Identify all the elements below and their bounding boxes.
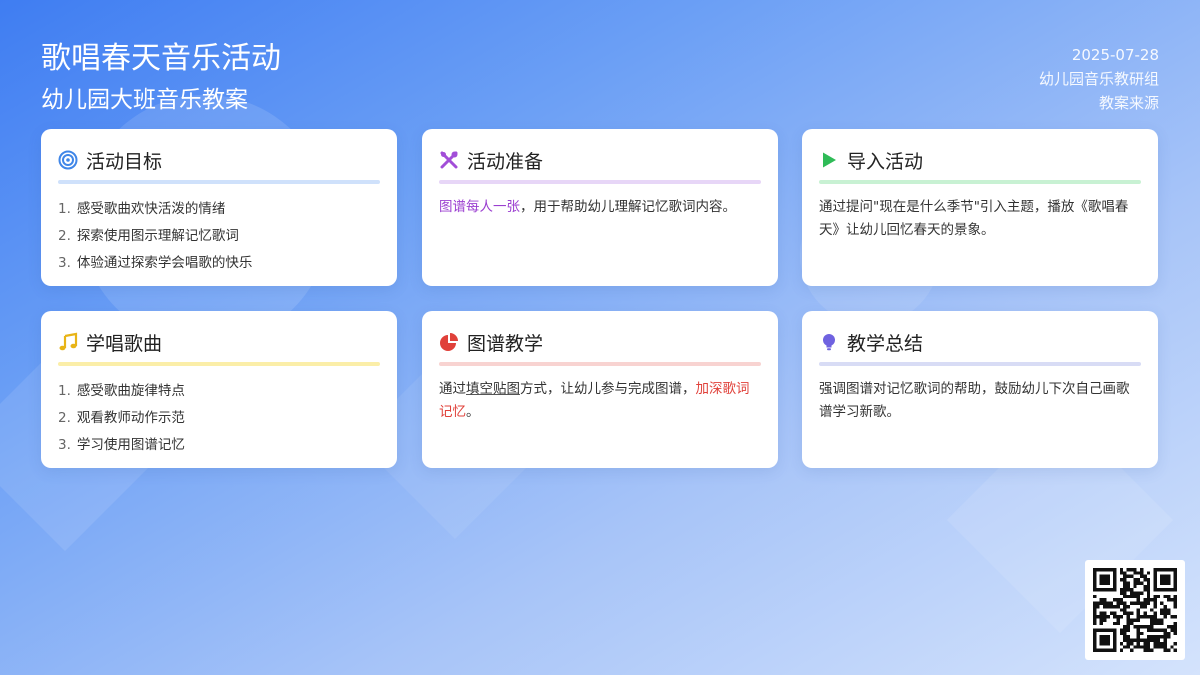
- card-title: 活动准备: [467, 150, 544, 173]
- list-item: 1. 感受歌曲旋律特点: [58, 383, 185, 399]
- highlight-text: 图谱每人一张: [439, 199, 520, 215]
- music-note-icon: [58, 332, 78, 352]
- card-prep: 活动准备 图谱每人一张，用于帮助幼儿理解记忆歌词内容。: [422, 129, 778, 286]
- tools-icon: [439, 150, 459, 170]
- card-divider: [439, 180, 761, 184]
- card-divider: [439, 362, 761, 366]
- pie-chart-icon: [439, 332, 459, 352]
- list-item: 3. 学习使用图谱记忆: [58, 437, 185, 453]
- goals-list: 1. 感受歌曲欢快活泼的情绪 2. 探索使用图示理解记忆歌词 3. 体验通过探索学会唱…: [58, 196, 380, 277]
- card-title: 活动目标: [86, 150, 163, 173]
- header-meta: 2025-07-28 幼儿园音乐教研组 教案来源: [1039, 43, 1159, 115]
- list-item: 3. 体验通过探索学会唱歌的快乐: [58, 255, 253, 271]
- page-subtitle: 幼儿园大班音乐教案: [41, 87, 248, 113]
- underlined-text: 填空贴图: [466, 381, 520, 397]
- card-divider: [819, 180, 1141, 184]
- target-icon: [58, 150, 78, 170]
- card-title: 教学总结: [847, 332, 924, 355]
- card-divider: [58, 362, 380, 366]
- intro-text: 通过提问"现在是什么季节"引入主题，播放《歌唱春天》让幼儿回忆春天的景象。: [819, 199, 1129, 238]
- qr-code-icon: [1085, 560, 1185, 660]
- card-intro: 导入活动 通过提问"现在是什么季节"引入主题，播放《歌唱春天》让幼儿回忆春天的景…: [802, 129, 1158, 286]
- list-item: 2. 探索使用图示理解记忆歌词: [58, 228, 239, 244]
- list-item: 1. 感受歌曲欢快活泼的情绪: [58, 201, 226, 217]
- card-divider: [58, 180, 380, 184]
- date-label: 2025-07-28: [1071, 46, 1159, 64]
- summary-text: 强调图谱对记忆歌词的帮助，鼓励幼儿下次自己画歌谱学习新歌。: [819, 381, 1130, 420]
- page-title: 歌唱春天音乐活动: [41, 41, 281, 76]
- card-chart-teaching: 图谱教学 通过填空贴图方式，让幼儿参与完成图谱，加深歌词记忆。: [422, 311, 778, 468]
- org-label: 幼儿园音乐教研组: [1038, 70, 1159, 88]
- list-item: 2. 观看教师动作示范: [58, 410, 185, 426]
- play-icon: [819, 150, 839, 170]
- card-divider: [819, 362, 1141, 366]
- prep-text: 图谱每人一张，用于帮助幼儿理解记忆歌词内容。: [439, 199, 736, 215]
- card-learn: 学唱歌曲 1. 感受歌曲旋律特点 2. 观看教师动作示范 3. 学习使用图谱记忆: [41, 311, 397, 468]
- lightbulb-icon: [819, 332, 839, 352]
- card-goals: 活动目标 1. 感受歌曲欢快活泼的情绪 2. 探索使用图示理解记忆歌词 3. 体验通过…: [41, 129, 397, 286]
- card-summary: 教学总结 强调图谱对记忆歌词的帮助，鼓励幼儿下次自己画歌谱学习新歌。: [802, 311, 1158, 468]
- chart-text: 通过填空贴图方式，让幼儿参与完成图谱，加深歌词记忆。: [439, 381, 750, 420]
- learn-list: 1. 感受歌曲旋律特点 2. 观看教师动作示范 3. 学习使用图谱记忆: [58, 378, 380, 459]
- card-title: 导入活动: [847, 150, 924, 173]
- source-label: 教案来源: [1098, 94, 1159, 112]
- header: 歌唱春天音乐活动 幼儿园大班音乐教案: [41, 38, 281, 116]
- card-title: 图谱教学: [467, 332, 544, 355]
- card-title: 学唱歌曲: [86, 332, 163, 355]
